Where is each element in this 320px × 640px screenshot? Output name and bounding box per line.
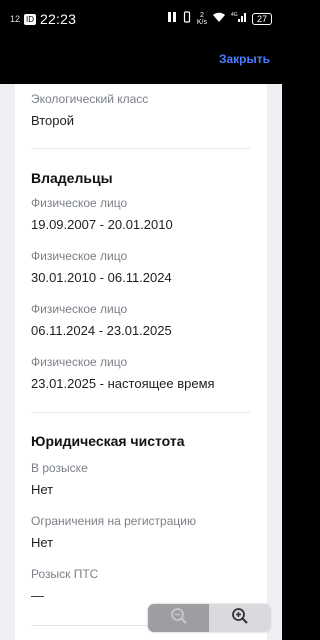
modal-header: Закрыть (0, 40, 282, 84)
owner-period: 19.09.2007 - 20.01.2010 (31, 217, 173, 232)
status-bar: 12 ID 22:23 2 K/s 4G 27 (0, 0, 282, 40)
wanted-field: В розыске Нет (31, 461, 88, 497)
owner-type: Физическое лицо (31, 196, 128, 210)
svg-text:4G: 4G (231, 12, 238, 18)
owner-type: Физическое лицо (31, 355, 128, 369)
clock: 22:23 (40, 11, 77, 27)
restrictions-label: Ограничения на регистрацию (31, 514, 196, 528)
restrictions-field: Ограничения на регистрацию Нет (31, 514, 196, 550)
eco-class-field: Экологический класс Второй (31, 92, 148, 128)
owners-title: Владельцы (31, 170, 113, 186)
wanted-label: В розыске (31, 461, 88, 475)
network-speed: 2 K/s (196, 12, 207, 26)
owner-period: 30.01.2010 - 06.11.2024 (31, 270, 172, 285)
report-sheet[interactable]: Экологический класс Второй Владельцы Физ… (0, 84, 282, 640)
id-badge: ID (24, 13, 37, 25)
wanted-value: Нет (31, 482, 54, 497)
owner-item-2: Физическое лицо 30.01.2010 - 06.11.2024 (31, 249, 172, 285)
restrictions-value: Нет (31, 535, 54, 550)
zoom-controls (148, 604, 270, 632)
battery-indicator: 27 (252, 13, 272, 25)
close-button[interactable]: Закрыть (219, 52, 270, 66)
zoom-out-button[interactable] (148, 604, 209, 632)
owner-item-1: Физическое лицо 19.09.2007 - 20.01.2010 (31, 196, 173, 232)
owner-item-3: Физическое лицо 06.11.2024 - 23.01.2025 (31, 302, 172, 338)
eco-class-label: Экологический класс (31, 92, 149, 106)
divider (31, 412, 250, 413)
eco-class-value: Второй (31, 113, 74, 128)
divider (31, 148, 250, 149)
magnifier-minus-icon (170, 607, 188, 630)
pts-wanted-value: — (31, 588, 44, 603)
zoom-in-button[interactable] (209, 604, 270, 632)
vibrate-icon (182, 10, 192, 28)
owner-item-4: Физическое лицо 23.01.2025 - настоящее в… (31, 355, 215, 391)
mute-icon (167, 10, 177, 28)
wifi-icon (212, 10, 226, 28)
signal-icon: 4G (231, 10, 247, 28)
status-right: 2 K/s 4G 27 (167, 10, 272, 28)
pts-wanted-field: Розыск ПТС — (31, 567, 98, 603)
notification-count: 12 (10, 14, 21, 24)
owner-type: Физическое лицо (31, 249, 128, 263)
owner-period: 23.01.2025 - настоящее время (31, 376, 215, 391)
pts-wanted-label: Розыск ПТС (31, 567, 99, 581)
owner-period: 06.11.2024 - 23.01.2025 (31, 323, 172, 338)
details-card: Экологический класс Второй Владельцы Физ… (15, 84, 267, 640)
magnifier-plus-icon (231, 607, 249, 630)
owner-type: Физическое лицо (31, 302, 128, 316)
legal-title: Юридическая чистота (31, 433, 185, 449)
status-left: 12 ID 22:23 (10, 11, 76, 27)
